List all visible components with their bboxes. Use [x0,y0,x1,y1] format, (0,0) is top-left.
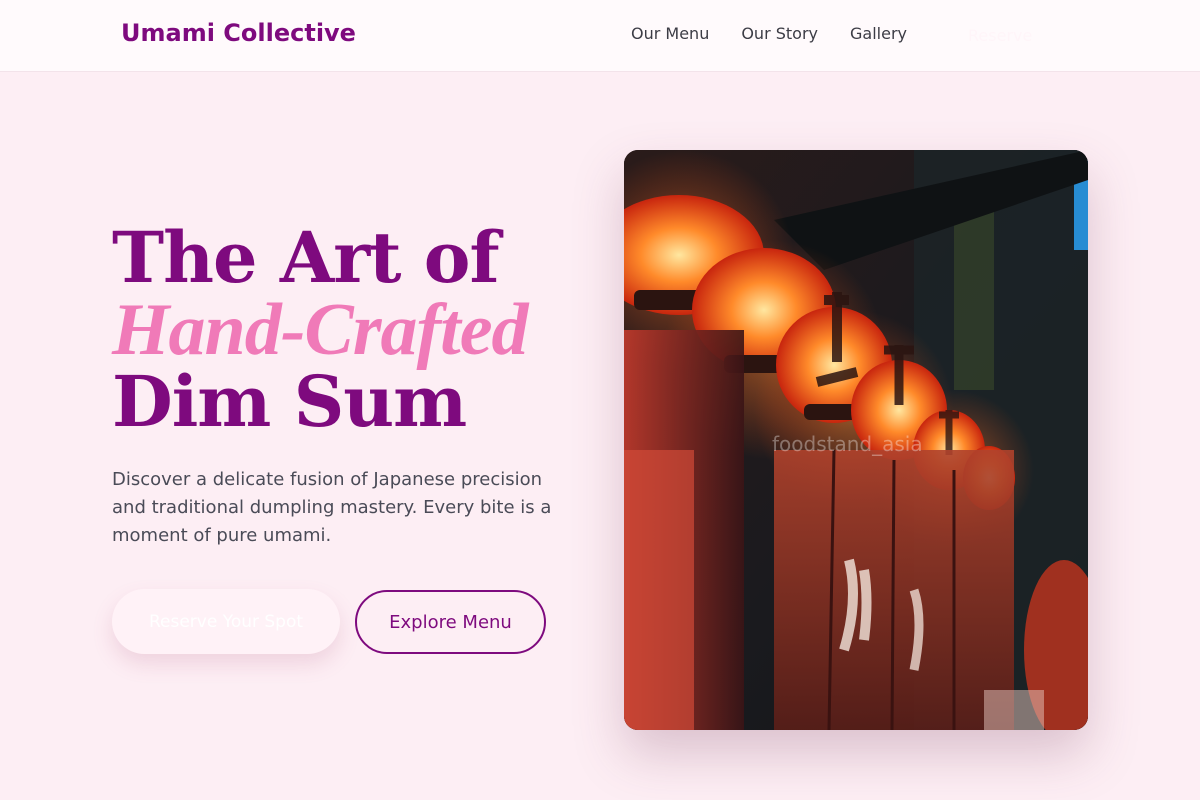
hero-title-line-1: The Art of [112,216,500,299]
nav-links: Our Menu Our Story Gallery [631,24,939,44]
image-watermark: foodstand_asia [772,432,923,456]
brand-logo[interactable]: Umami Collective [121,19,356,47]
hero-description: Discover a delicate fusion of Japanese p… [112,469,552,546]
hero-title-line-3: Dim Sum [112,360,467,443]
nav-link-our-story[interactable]: Our Story [741,24,818,44]
nav-link-gallery[interactable]: Gallery [850,24,907,44]
hero-image-lanterns: foodstand_asia [624,150,1088,730]
navbar: Umami Collective Our Menu Our Story Gall… [0,0,1200,72]
hero-title-line-2: Hand-Crafted [112,289,529,371]
reserve-spot-button[interactable]: Reserve Your Spot [112,589,340,654]
explore-menu-button[interactable]: Explore Menu [355,590,546,654]
nav-reserve-button[interactable]: Reserve [950,18,1050,52]
hero-title: The Art of Hand-Crafted Dim Sum [112,216,529,443]
nav-link-our-menu[interactable]: Our Menu [631,24,709,44]
